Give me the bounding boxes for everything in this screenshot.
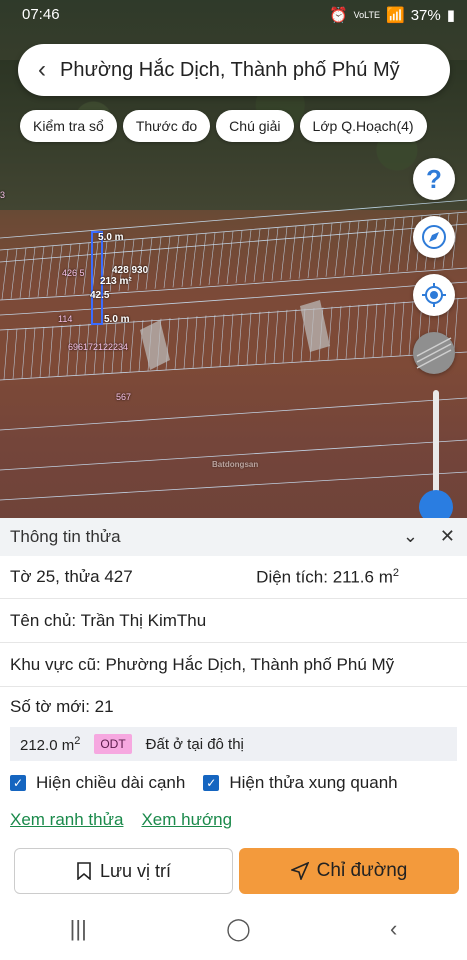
crosshair-icon [422,283,446,307]
sheet-plot: Tờ 25, thửa 427 [10,567,133,586]
zone-area: 212.0 m2 [20,734,81,754]
parcel-label-long: 696172122234 [68,342,129,352]
parcel-label-567: 567 [116,392,132,402]
status-time: 07:46 [22,6,60,23]
parcel-side-label: 42.5 [90,290,110,301]
status-bar: 07:46 ⏰ VoLTE 📶 37% ▮ [0,0,467,30]
panel-title: Thông tin thửa [10,527,121,546]
panel-header: Thông tin thửa ⌄ ✕ [0,518,467,556]
back-icon[interactable]: ‹ [390,916,397,942]
help-button[interactable]: ? [413,158,455,200]
compass-icon [422,225,446,249]
save-location-button[interactable]: Lưu vị trí [14,848,233,894]
land-use-zone: 212.0 m2 ODT Đất ở tại đô thị [10,727,457,761]
close-icon[interactable]: ✕ [440,526,455,547]
area-value: Diện tích: 211.6 m2 [256,566,399,587]
question-icon: ? [426,163,442,194]
map-layer-button[interactable] [413,332,455,374]
owner-name: Tên chủ: Trần Thị KimThu [10,610,207,630]
my-location-button[interactable] [413,274,455,316]
wifi-icon: 📶 [386,7,405,24]
parcel-label-114: 114 [58,314,73,324]
search-bar[interactable]: ‹ Phường Hắc Dịch, Thành phố Phú Mỹ [18,44,450,96]
zone-code-badge: ODT [94,734,132,754]
zone-description: Đất ở tại đô thị [145,735,244,753]
edge-length-bottom: 5.0 m [104,314,130,325]
show-edge-length-label: Hiện chiều dài cạnh [36,773,186,792]
parcel-info-panel: Thông tin thửa ⌄ ✕ Tờ 25, thửa 427 Diện … [0,518,467,960]
show-neighbor-parcels-label: Hiện thửa xung quanh [229,773,398,792]
checkbox-checked-icon[interactable]: ✓ [10,775,26,791]
edge-length-top: 5.0 m [98,232,124,243]
satellite-thumbnail-icon [416,337,452,369]
compass-button[interactable] [413,216,455,258]
directions-label: Chỉ đường [316,860,408,881]
new-sheet-row: Số tờ mới: 21 [0,687,467,727]
view-direction-link[interactable]: Xem hướng [141,810,232,830]
directions-button[interactable]: Chỉ đường [239,848,459,894]
system-nav-bar: ||| ◯ ‹ [0,898,467,960]
show-edge-length-checkbox[interactable]: ✓ Hiện chiều dài cạnh [10,773,185,793]
recent-apps-icon[interactable]: ||| [70,916,87,942]
bookmark-icon [77,862,91,880]
new-sheet: Số tờ mới: 21 [10,697,114,716]
parcel-label-428: 428 930 [112,265,149,276]
sheet-area-row: Tờ 25, thửa 427 Diện tích: 211.6 m2 [0,556,467,599]
send-icon [290,862,309,880]
volte-icon: VoLTE [353,9,381,20]
parcel-label-426: 426 5 [62,268,85,278]
chip-legend[interactable]: Chú giải [216,110,294,142]
chip-toolbar: Kiểm tra sổ Thước đo Chú giải Lớp Q.Hoạc… [20,110,427,142]
chip-measure[interactable]: Thước đo [122,110,211,142]
save-location-label: Lưu vị trí [99,860,172,881]
battery-icon: ▮ [446,7,455,24]
view-boundary-link[interactable]: Xem ranh thửa [10,810,123,830]
chip-planning-layers[interactable]: Lớp Q.Hoạch(4) [299,110,427,142]
panel-actions: Lưu vị trí Chỉ đường [14,848,459,894]
edge-number-label: 3 [0,190,6,200]
alarm-icon: ⏰ [328,7,348,24]
battery-percent: 37% [410,6,441,24]
owner-row: Tên chủ: Trần Thị KimThu [0,599,467,643]
display-options: ✓ Hiện chiều dài cạnh ✓ Hiện thửa xung q… [0,761,467,805]
show-neighbor-parcels-checkbox[interactable]: ✓ Hiện thửa xung quanh [203,773,398,793]
old-area: Khu vực cũ: Phường Hắc Dịch, Thành phố P… [10,654,395,674]
location-title[interactable]: Phường Hắc Dịch, Thành phố Phú Mỹ [60,59,400,82]
panel-links: Xem ranh thửa Xem hướng [0,805,467,835]
home-icon[interactable]: ◯ [226,916,251,942]
checkbox-checked-icon[interactable]: ✓ [203,775,220,791]
watermark: Batdongsan [212,460,259,469]
chip-check-title[interactable]: Kiểm tra sổ [20,110,117,142]
old-area-row: Khu vực cũ: Phường Hắc Dịch, Thành phố P… [0,643,467,687]
parcel-area-label: 213 m² [100,276,132,287]
chevron-down-icon[interactable]: ⌄ [403,526,418,547]
chevron-left-icon[interactable]: ‹ [18,56,60,84]
